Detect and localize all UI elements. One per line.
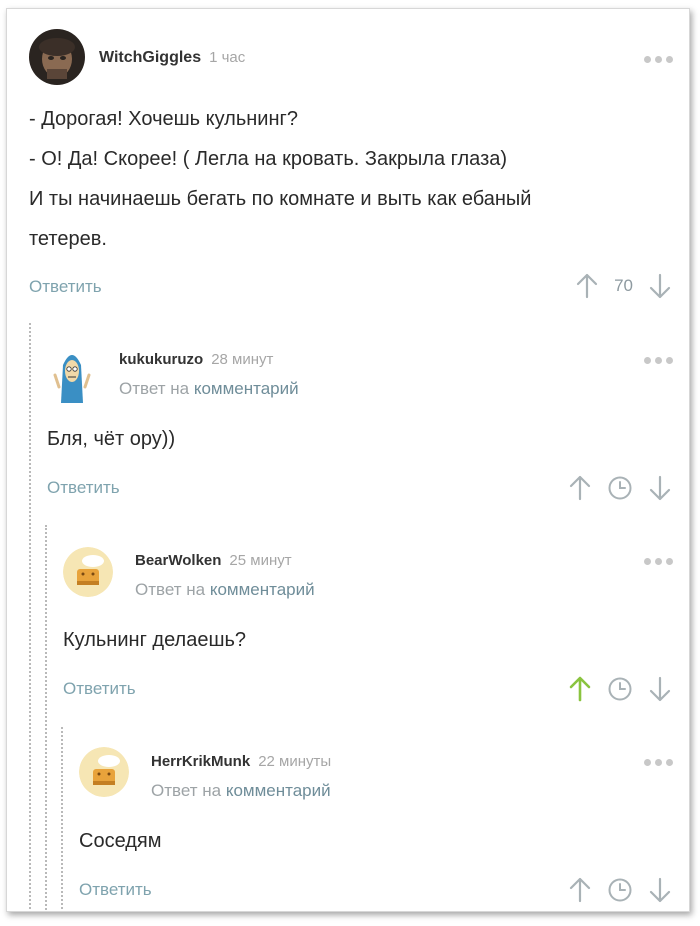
avatar[interactable]	[29, 29, 85, 85]
clock-icon[interactable]	[607, 475, 633, 501]
more-dots-icon[interactable]	[644, 357, 673, 364]
comment-text: Соседям	[79, 830, 162, 852]
more-dots-icon[interactable]	[644, 558, 673, 565]
timestamp: 22 минуты	[258, 753, 332, 770]
reply-to-link[interactable]: комментарий	[210, 580, 315, 599]
comment-text: - Дорогая! Хочешь кульнинг? - О! Да! Ско…	[29, 99, 669, 259]
text-line: И ты начинаешь бегать по комнате и выть …	[29, 188, 532, 210]
avatar[interactable]	[63, 547, 113, 597]
upvote-arrow-icon[interactable]	[569, 475, 591, 501]
upvote-arrow-icon[interactable]	[576, 273, 598, 299]
avatar[interactable]	[79, 747, 129, 797]
comment-text: Бля, чёт ору))	[47, 428, 176, 450]
rating	[569, 475, 671, 501]
username[interactable]: HerrKrikMunk 22 минуты	[151, 753, 331, 770]
downvote-arrow-icon[interactable]	[649, 676, 671, 702]
clock-icon[interactable]	[607, 877, 633, 903]
timestamp: 28 минут	[211, 351, 274, 368]
rating: 70	[576, 273, 671, 299]
downvote-arrow-icon[interactable]	[649, 877, 671, 903]
text-line: - О! Да! Скорее! ( Легла на кровать. Зак…	[29, 148, 508, 170]
thread-line[interactable]	[45, 525, 47, 911]
reply-button[interactable]: Ответить	[29, 277, 102, 297]
more-dots-icon[interactable]	[644, 759, 673, 766]
reply-button[interactable]: Ответить	[79, 880, 152, 900]
thread-line[interactable]	[61, 727, 63, 911]
downvote-arrow-icon[interactable]	[649, 273, 671, 299]
username[interactable]: kukukuruzo 28 минут	[119, 351, 273, 368]
text-line: - Дорогая! Хочешь кульнинг?	[29, 108, 298, 130]
reply-button[interactable]: Ответить	[63, 679, 136, 699]
reply-to-link[interactable]: комментарий	[194, 379, 299, 398]
reply-to-label: Ответ на комментарий	[151, 781, 331, 800]
timestamp: 25 минут	[229, 552, 292, 569]
reply-button[interactable]: Ответить	[47, 478, 120, 498]
reply-to-label: Ответ на комментарий	[119, 379, 299, 398]
avatar[interactable]	[47, 345, 97, 405]
comments-panel: WitchGiggles 1 час - Дорогая! Хочешь куль…	[6, 8, 690, 912]
thread-line[interactable]	[29, 323, 31, 911]
clock-icon[interactable]	[607, 676, 633, 702]
username[interactable]: WitchGiggles 1 час	[99, 49, 245, 67]
reply-to-link[interactable]: комментарий	[226, 781, 331, 800]
text-line: тетерев.	[29, 228, 107, 250]
upvote-arrow-icon[interactable]	[569, 877, 591, 903]
rating	[569, 676, 671, 702]
comment-text: Кульнинг делаешь?	[63, 629, 247, 651]
score: 70	[614, 276, 633, 295]
username[interactable]: BearWolken 25 минут	[135, 552, 292, 569]
more-dots-icon[interactable]	[644, 56, 673, 63]
reply-to-label: Ответ на комментарий	[135, 580, 315, 599]
rating	[569, 877, 671, 903]
upvote-arrow-icon[interactable]	[569, 676, 591, 702]
timestamp: 1 час	[209, 49, 246, 66]
downvote-arrow-icon[interactable]	[649, 475, 671, 501]
